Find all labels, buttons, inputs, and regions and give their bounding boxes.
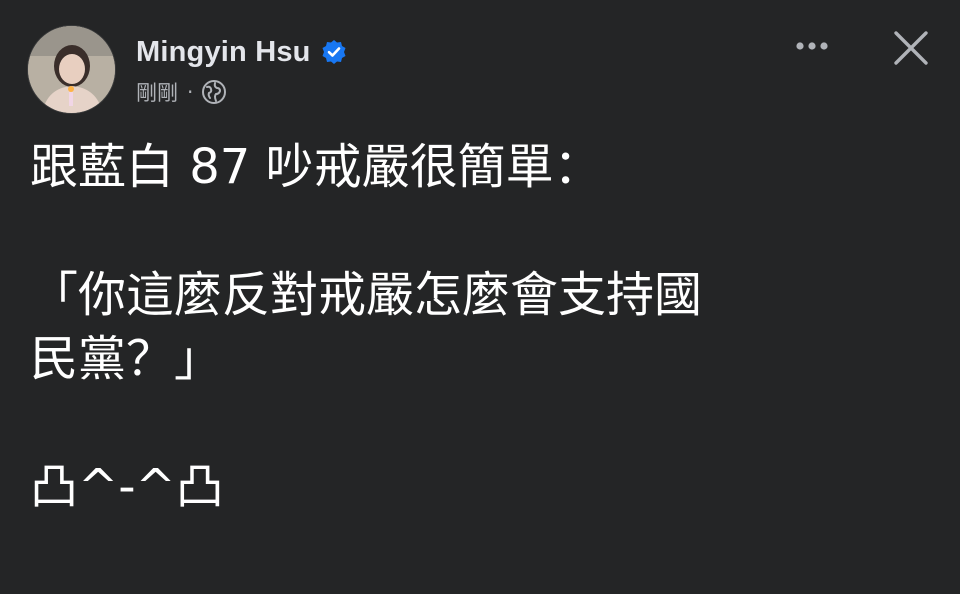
post-meta: 剛剛 · (136, 76, 227, 108)
globe-icon[interactable] (201, 79, 227, 105)
verified-badge-icon (322, 40, 346, 64)
meta-separator: · (187, 80, 194, 104)
more-options-icon[interactable] (788, 28, 836, 64)
avatar-image (28, 26, 115, 113)
avatar[interactable] (27, 25, 116, 114)
post-text-blank-line (30, 391, 930, 455)
post-text-line: 凸^-^凸 (30, 459, 224, 515)
author-row: Mingyin Hsu (136, 32, 347, 72)
post-text-line: 跟藍白 87 吵戒嚴很簡單： (30, 139, 602, 195)
post-text-line: 民黨？」 (30, 331, 223, 387)
close-icon[interactable] (888, 25, 934, 71)
post-body: 跟藍白 87 吵戒嚴很簡單： 「你這麼反對戒嚴怎麼會支持國 民黨？」 凸^-^凸 (30, 135, 930, 519)
timestamp[interactable]: 剛剛 (136, 77, 178, 107)
author-name[interactable]: Mingyin Hsu (136, 36, 311, 69)
post-text-blank-line (30, 199, 930, 263)
post-header: Mingyin Hsu 剛剛 · (0, 0, 960, 120)
post-text-line: 「你這麼反對戒嚴怎麼會支持國 (30, 267, 703, 323)
